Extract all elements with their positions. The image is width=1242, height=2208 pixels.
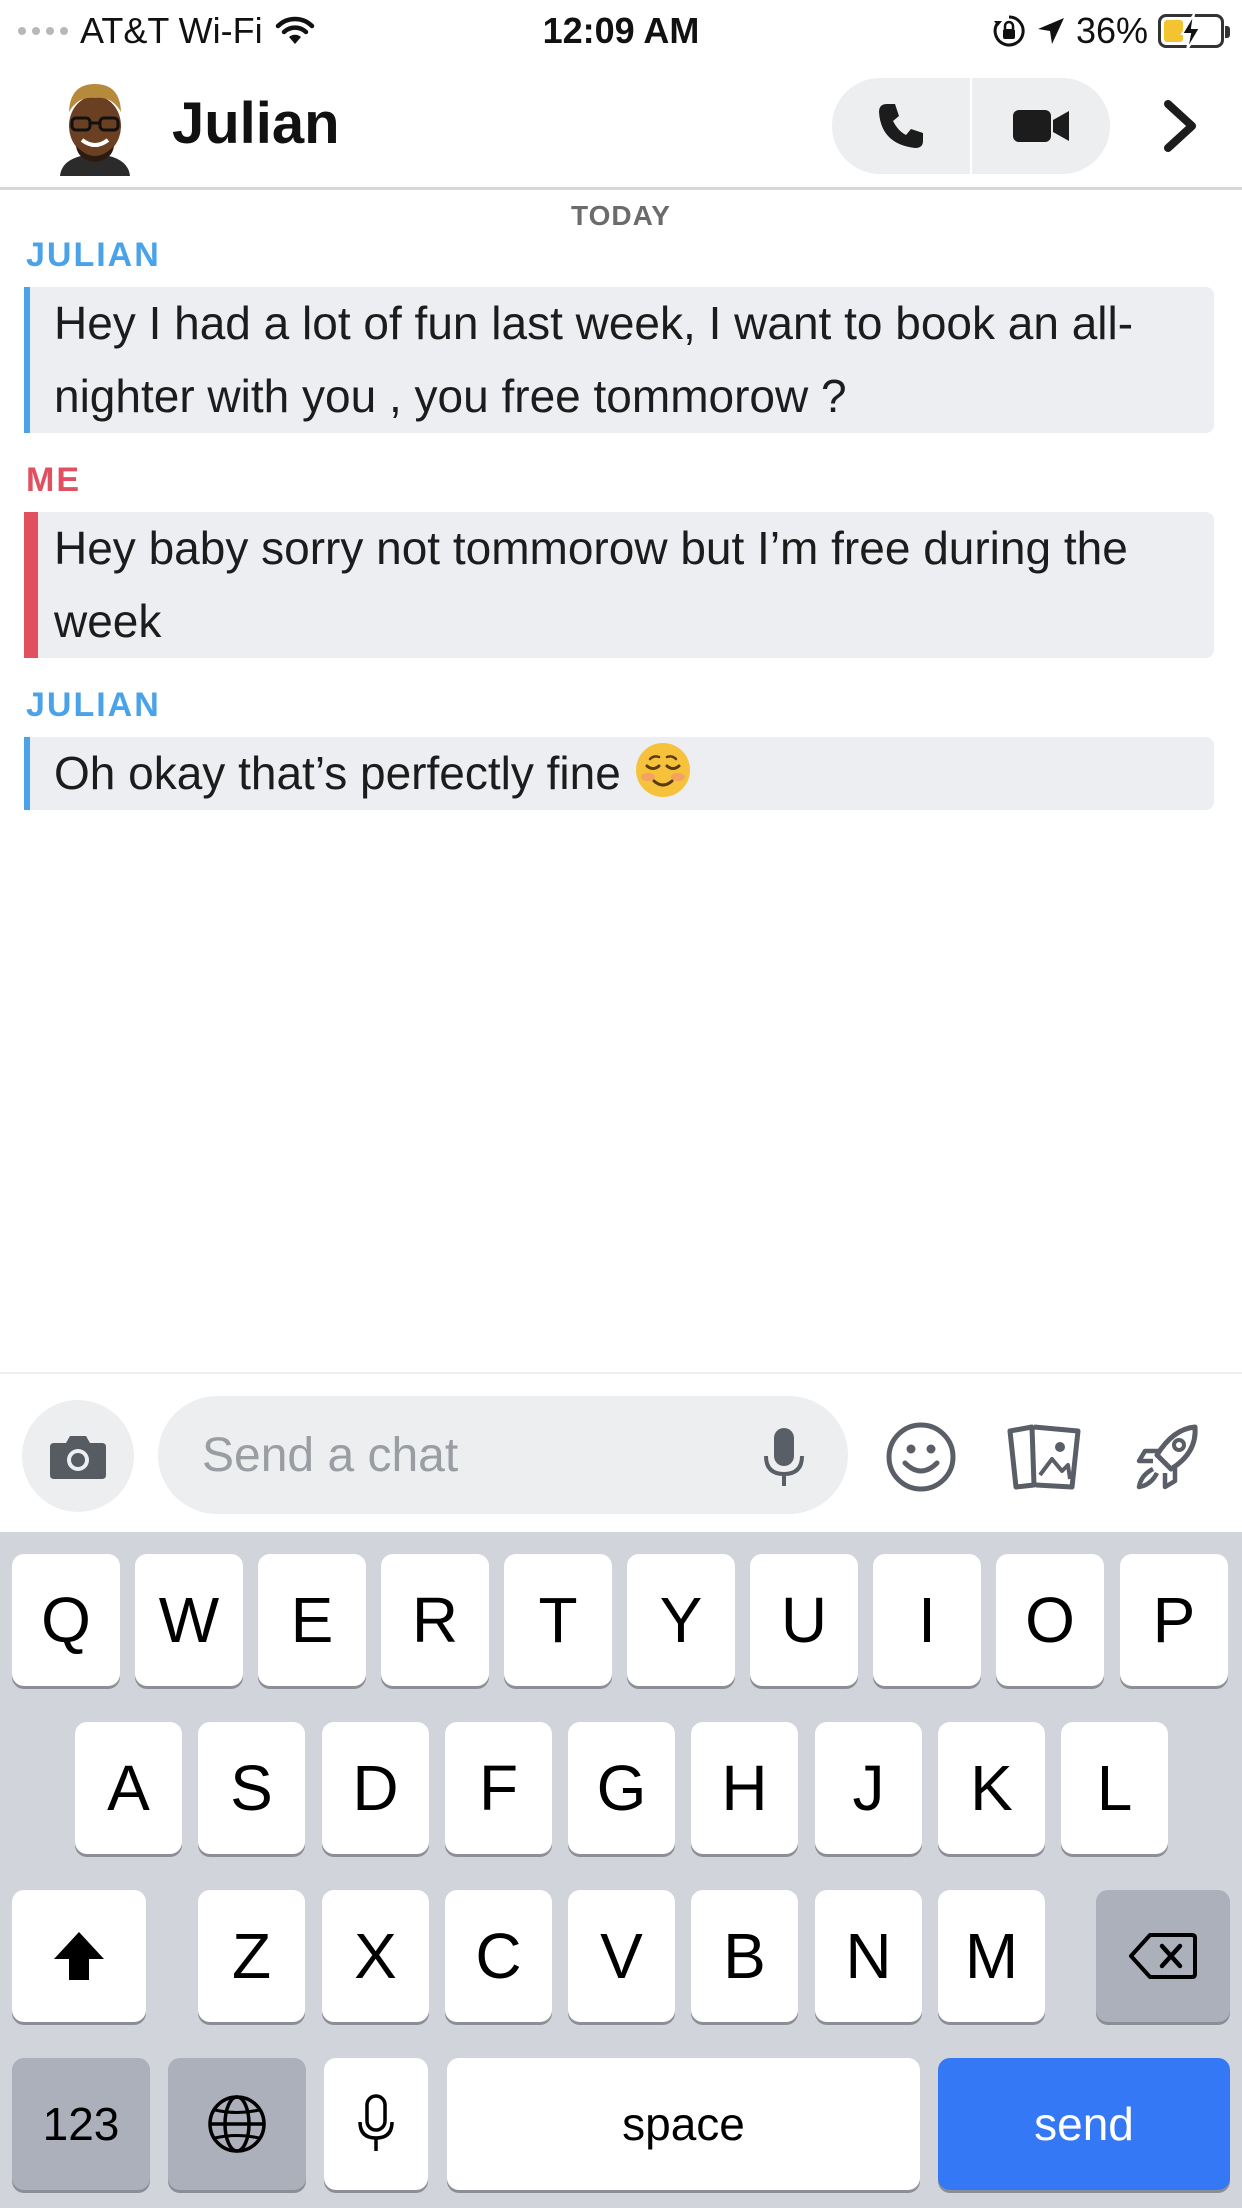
key-w[interactable]: W: [135, 1554, 243, 1686]
shift-icon: [54, 1932, 104, 1980]
message-text: Oh okay that’s perfectly fine: [54, 747, 621, 799]
key-x[interactable]: X: [322, 1890, 429, 2022]
keyboard: Q W E R T Y U I O P A S D F G H J K L Z …: [0, 1532, 1242, 2208]
key-y[interactable]: Y: [627, 1554, 735, 1686]
battery-charging-icon: [1158, 13, 1230, 51]
key-s[interactable]: S: [198, 1722, 305, 1854]
message-group: JULIAN Oh okay that’s perfectly fine: [24, 686, 1214, 810]
date-label: TODAY: [571, 200, 671, 231]
voice-call-button[interactable]: [832, 78, 970, 174]
video-camera-icon: [1013, 110, 1070, 142]
dictation-key[interactable]: [324, 2058, 428, 2190]
rocket-icon: [1136, 1424, 1198, 1490]
message-text: Hey baby sorry not tommorow but I’m free…: [54, 522, 1128, 647]
key-o[interactable]: O: [996, 1554, 1104, 1686]
orientation-lock-icon: [993, 15, 1025, 47]
memories-button[interactable]: [999, 1412, 1089, 1502]
sender-label: JULIAN: [26, 236, 161, 274]
backspace-icon: [1129, 1933, 1197, 1979]
key-q[interactable]: Q: [12, 1554, 120, 1686]
profile-chevron-button[interactable]: [1150, 88, 1210, 164]
key-i[interactable]: I: [873, 1554, 981, 1686]
key-b[interactable]: B: [691, 1890, 798, 2022]
call-buttons: [832, 78, 1110, 174]
key-r[interactable]: R: [381, 1554, 489, 1686]
key-t[interactable]: T: [504, 1554, 612, 1686]
emoji-button[interactable]: [876, 1412, 966, 1502]
key-j[interactable]: J: [815, 1722, 922, 1854]
camera-button[interactable]: [22, 1400, 134, 1512]
chevron-right-icon: [1164, 100, 1196, 152]
phone-icon: [878, 104, 923, 148]
key-g[interactable]: G: [568, 1722, 675, 1854]
dictation-mic-icon: [358, 2094, 394, 2151]
status-right: 36%: [992, 10, 1230, 52]
key-c[interactable]: C: [445, 1890, 552, 2022]
message-bubble[interactable]: Hey I had a lot of fun last week, I want…: [24, 287, 1214, 433]
message-text: Hey I had a lot of fun last week, I want…: [54, 297, 1134, 422]
smiley-icon: [886, 1422, 956, 1492]
key-h[interactable]: H: [691, 1722, 798, 1854]
message-bubble[interactable]: Oh okay that’s perfectly fine: [24, 737, 1214, 810]
backspace-key[interactable]: [1096, 1890, 1230, 2022]
key-z[interactable]: Z: [198, 1890, 305, 2022]
sender-label: JULIAN: [26, 686, 161, 724]
key-e[interactable]: E: [258, 1554, 366, 1686]
avatar[interactable]: [52, 76, 138, 176]
contact-name[interactable]: Julian: [172, 90, 340, 157]
sender-label: ME: [26, 461, 81, 499]
key-l[interactable]: L: [1061, 1722, 1168, 1854]
globe-key[interactable]: [168, 2058, 306, 2190]
key-d[interactable]: D: [322, 1722, 429, 1854]
message-bubble[interactable]: Hey baby sorry not tommorow but I’m free…: [24, 512, 1214, 658]
location-arrow-icon: [1037, 18, 1064, 44]
smiling-blush-emoji: [635, 743, 690, 797]
key-f[interactable]: F: [445, 1722, 552, 1854]
video-call-button[interactable]: [972, 78, 1110, 174]
send-key[interactable]: send: [938, 2058, 1230, 2190]
key-a[interactable]: A: [75, 1722, 182, 1854]
key-m[interactable]: M: [938, 1890, 1045, 2022]
space-key[interactable]: space: [447, 2058, 920, 2190]
globe-icon: [208, 2095, 266, 2153]
microphone-icon[interactable]: [758, 1426, 810, 1490]
key-n[interactable]: N: [815, 1890, 922, 2022]
key-u[interactable]: U: [750, 1554, 858, 1686]
numbers-key[interactable]: 123: [12, 2058, 150, 2190]
shift-key[interactable]: [12, 1890, 146, 2022]
chat-header: Julian: [0, 62, 1242, 190]
key-v[interactable]: V: [568, 1890, 675, 2022]
chat-input-bar: [0, 1372, 1242, 1532]
message-group: ME Hey baby sorry not tommorow but I’m f…: [24, 461, 1214, 658]
key-p[interactable]: P: [1120, 1554, 1228, 1686]
camera-icon: [50, 1436, 106, 1479]
battery-percent: 36%: [1075, 10, 1148, 51]
message-group: JULIAN Hey I had a lot of fun last week,…: [24, 236, 1214, 433]
key-k[interactable]: K: [938, 1722, 1045, 1854]
cards-icon: [1007, 1424, 1081, 1490]
status-bar: AT&T Wi-Fi 12:09 AM 36%: [0, 0, 1242, 62]
games-button[interactable]: [1124, 1412, 1214, 1502]
chat-input[interactable]: [158, 1396, 848, 1514]
